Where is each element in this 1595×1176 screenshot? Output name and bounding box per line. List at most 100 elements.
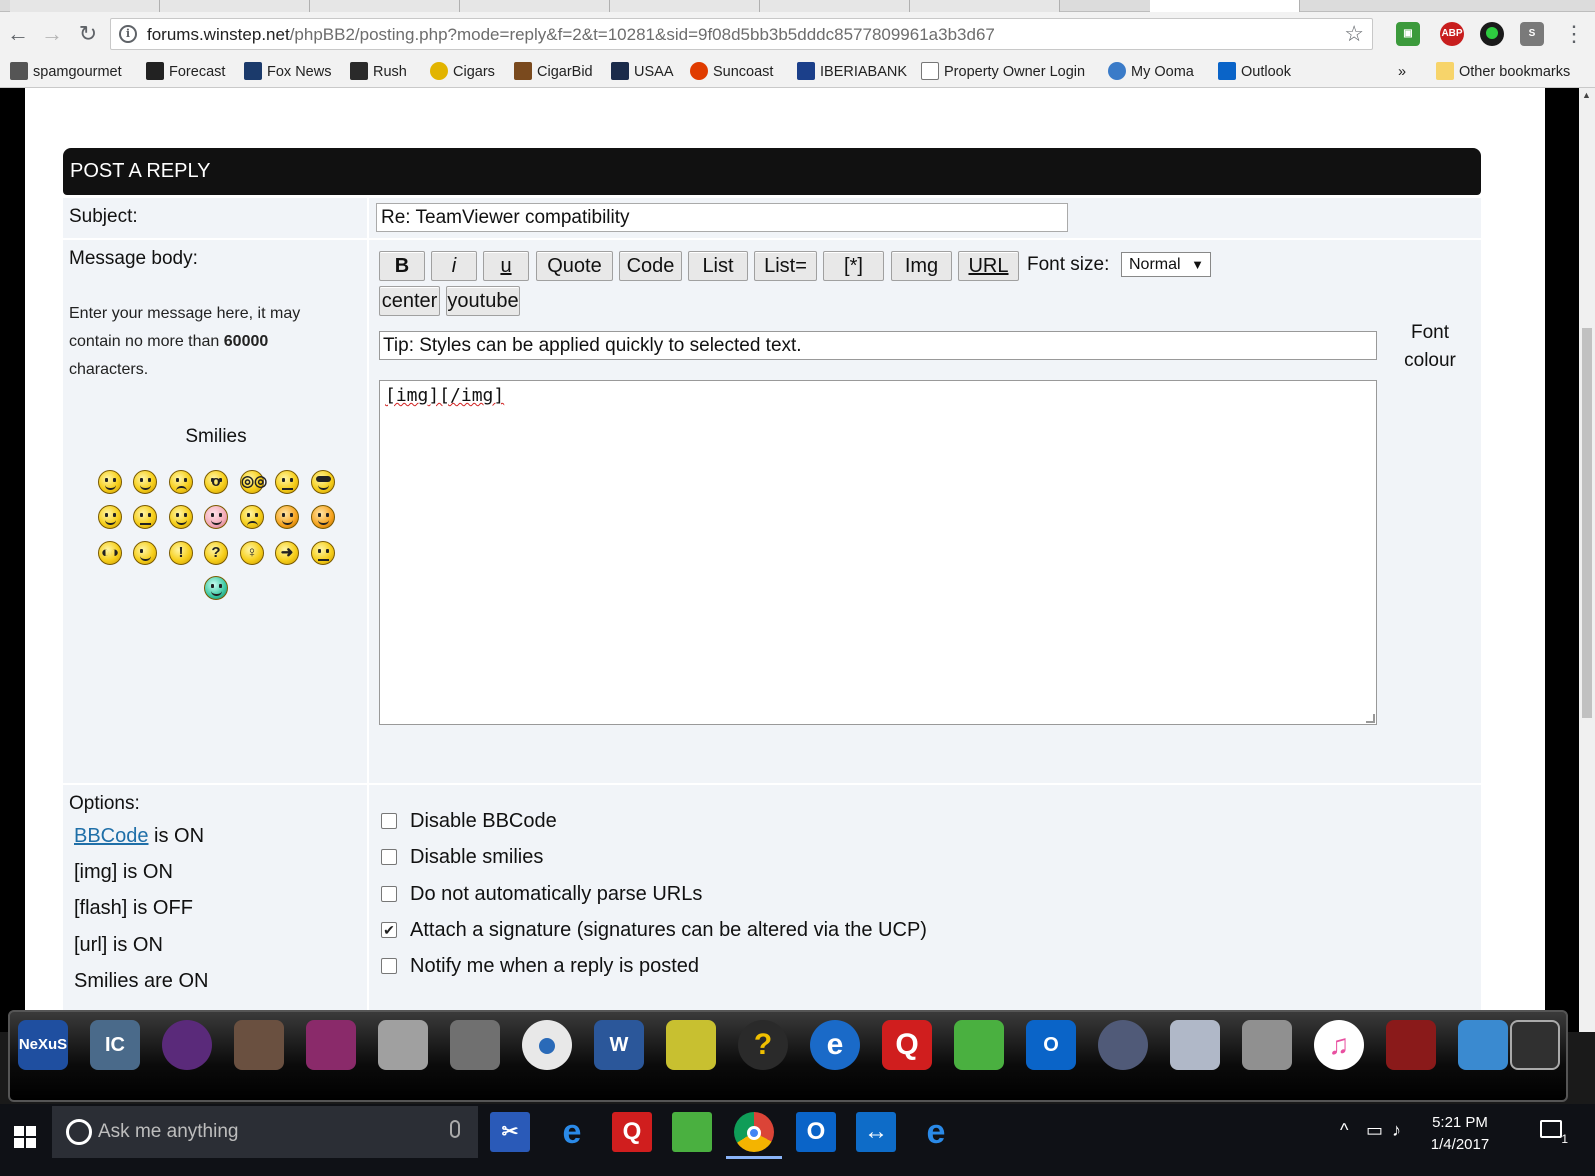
tab-active[interactable]	[1150, 0, 1300, 12]
tools-icon[interactable]	[1242, 1020, 1292, 1070]
smiley-mad-icon[interactable]	[133, 505, 157, 529]
tray-expand-icon[interactable]: ^	[1340, 1120, 1348, 1141]
clock[interactable]: 5:21 PM 1/4/2017	[1420, 1112, 1500, 1156]
edge-icon[interactable]: e	[552, 1112, 592, 1152]
bookmark-item[interactable]: CigarBid	[514, 62, 593, 82]
attach-signature-label[interactable]: Attach a signature (signatures can be al…	[410, 919, 927, 942]
smiley-rolleyes-icon[interactable]: ◐◑	[98, 541, 122, 565]
smiley-wink-icon[interactable]	[133, 541, 157, 565]
page-scrollbar[interactable]: ▲	[1579, 88, 1595, 1032]
italic-button[interactable]: i	[431, 251, 477, 281]
menu-dots-icon[interactable]: ⋮	[1560, 20, 1588, 48]
bookmark-item[interactable]: Rush	[350, 62, 407, 82]
bookmark-item[interactable]: Forecast	[146, 62, 225, 82]
tab[interactable]	[460, 0, 610, 12]
monitor-icon[interactable]	[1510, 1020, 1560, 1070]
url-text[interactable]: forums.winstep.net/phpBB2/posting.php?mo…	[147, 25, 995, 45]
smiley-exclaim-icon[interactable]: !	[169, 541, 193, 565]
smiley-laughing-icon[interactable]	[98, 505, 122, 529]
extension-icon[interactable]: ▣	[1396, 22, 1420, 46]
bookmark-star-icon[interactable]: ☆	[1344, 21, 1364, 47]
dots-game-icon[interactable]	[672, 1112, 712, 1152]
scroll-up-icon[interactable]: ▲	[1582, 90, 1591, 100]
remove-program-icon[interactable]	[1170, 1020, 1220, 1070]
bookmark-item[interactable]: Outlook	[1218, 62, 1291, 82]
microphone-icon[interactable]	[450, 1120, 460, 1138]
smiley-evil-icon[interactable]	[275, 505, 299, 529]
action-center-icon[interactable]: 1	[1540, 1120, 1568, 1146]
smiley-neutral-icon[interactable]	[311, 541, 335, 565]
extension-s-icon[interactable]: S	[1520, 22, 1544, 46]
bookmark-item[interactable]: spamgourmet	[10, 62, 122, 82]
adblock-icon[interactable]: ABP	[1440, 22, 1464, 46]
outlook-icon[interactable]: O	[796, 1112, 836, 1152]
address-bar[interactable]: i forums.winstep.net/phpBB2/posting.php?…	[110, 18, 1373, 50]
ordered-list-button[interactable]: List=	[754, 251, 817, 281]
winrar-icon[interactable]	[306, 1020, 356, 1070]
eyeball-icon[interactable]	[522, 1020, 572, 1070]
cortana-search-box[interactable]: Ask me anything	[52, 1106, 478, 1158]
smiley-shocked-icon[interactable]: ◎◎	[240, 470, 267, 494]
smiley-very-happy-icon[interactable]	[98, 470, 122, 494]
bookmark-item[interactable]: Cigars	[430, 62, 495, 82]
picasa-icon[interactable]	[666, 1020, 716, 1070]
quicken-icon[interactable]: Q	[882, 1020, 932, 1070]
attach-signature-checkbox[interactable]: ✔	[381, 922, 397, 938]
tab[interactable]	[760, 0, 910, 12]
bookmarks-overflow[interactable]: »	[1398, 62, 1406, 82]
smiley-embarrassed-icon[interactable]	[204, 505, 228, 529]
teamviewer-icon[interactable]: ↔	[856, 1112, 896, 1152]
bookmark-item[interactable]: Fox News	[244, 62, 331, 82]
internet-explorer-icon[interactable]: e	[916, 1112, 956, 1152]
youtube-button[interactable]: youtube	[446, 286, 520, 316]
volume-icon[interactable]: ♪	[1392, 1120, 1401, 1141]
camera-icon[interactable]	[1098, 1020, 1148, 1070]
window-icon[interactable]	[1458, 1020, 1508, 1070]
internet-explorer-icon[interactable]: e	[810, 1020, 860, 1070]
bookmark-item[interactable]: USAA	[611, 62, 674, 82]
smiley-mrgreen-icon[interactable]	[204, 576, 228, 600]
itunes-icon[interactable]: ♫	[1314, 1020, 1364, 1070]
smiley-idea-icon[interactable]: ♀	[240, 541, 264, 565]
notify-reply-label[interactable]: Notify me when a reply is posted	[410, 955, 699, 978]
scrollbar-thumb[interactable]	[1582, 328, 1592, 718]
forward-icon[interactable]: →	[38, 20, 66, 48]
snipping-tool-icon[interactable]: ✂	[490, 1112, 530, 1152]
metal-box-icon[interactable]	[450, 1020, 500, 1070]
subject-input[interactable]	[376, 203, 1068, 232]
smiley-crying-icon[interactable]	[240, 505, 264, 529]
nexus-icon[interactable]: NeXuS	[18, 1020, 68, 1070]
disable-url-parse-label[interactable]: Do not automatically parse URLs	[410, 883, 702, 906]
tab[interactable]	[610, 0, 760, 12]
reload-icon[interactable]: ↻	[74, 20, 102, 48]
start-button[interactable]	[0, 1104, 52, 1176]
bbcode-link[interactable]: BBCode	[74, 825, 149, 847]
notify-reply-checkbox[interactable]	[381, 958, 397, 974]
tab[interactable]	[10, 0, 160, 12]
disable-bbcode-checkbox[interactable]	[381, 813, 397, 829]
word-icon[interactable]: W	[594, 1020, 644, 1070]
computer-icon[interactable]	[234, 1020, 284, 1070]
other-bookmarks[interactable]: Other bookmarks	[1436, 62, 1570, 82]
center-button[interactable]: center	[379, 286, 440, 316]
ic-realtime-icon[interactable]: IC	[90, 1020, 140, 1070]
resize-handle[interactable]	[1366, 714, 1375, 723]
underline-button[interactable]: u	[483, 251, 529, 281]
bookmark-item[interactable]: My Ooma	[1108, 62, 1194, 82]
status-light-icon[interactable]	[1480, 22, 1504, 46]
smiley-arrow-icon[interactable]: ➜	[275, 541, 299, 565]
quote-button[interactable]: Quote	[536, 251, 613, 281]
smiley-confused-icon[interactable]	[275, 470, 299, 494]
smiley-cool-icon[interactable]	[311, 470, 335, 494]
disable-url-parse-checkbox[interactable]	[381, 886, 397, 902]
drives-icon[interactable]	[378, 1020, 428, 1070]
network-icon[interactable]: ▭	[1366, 1120, 1383, 1141]
dots-game-icon[interactable]	[954, 1020, 1004, 1070]
smiley-question-icon[interactable]: ?	[204, 541, 228, 565]
chrome-icon[interactable]	[734, 1112, 774, 1152]
outlook-icon[interactable]: O	[1026, 1020, 1076, 1070]
list-item-button[interactable]: [*]	[823, 251, 884, 281]
orb-icon[interactable]	[162, 1020, 212, 1070]
disable-smilies-label[interactable]: Disable smilies	[410, 846, 543, 869]
bookmark-item[interactable]: IBERIABANK	[797, 62, 907, 82]
